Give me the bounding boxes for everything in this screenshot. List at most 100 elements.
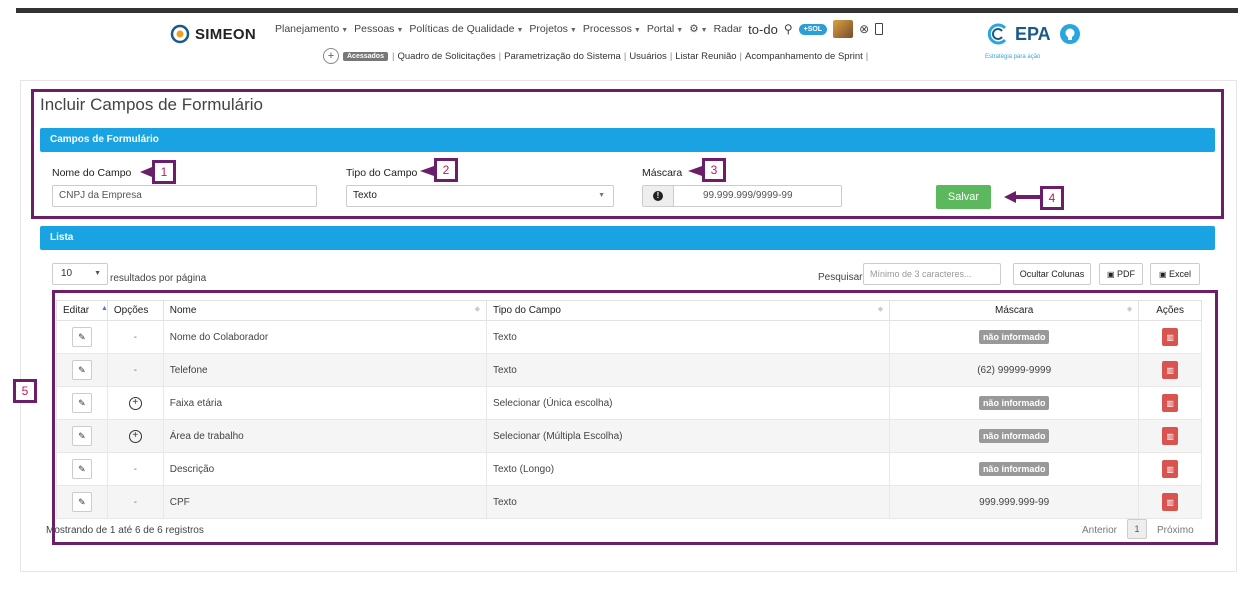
edit-button[interactable]: ✎ [71,459,92,479]
delete-button[interactable]: ▥ [1162,361,1179,379]
nav-radar[interactable]: Radar [714,23,743,35]
gear-menu[interactable]: ⚙ ▼ [689,23,707,35]
mask-badge: não informado [978,462,1050,476]
plus-circle-icon[interactable]: + [128,429,142,443]
chevron-down-icon: ▼ [341,27,349,34]
excel-button[interactable]: ▣ Excel [1150,263,1200,285]
edit-button[interactable]: ✎ [71,393,92,413]
edit-button[interactable]: ✎ [71,327,92,347]
delete-button[interactable]: ▥ [1162,328,1179,346]
nav-todo[interactable]: to-do [748,22,778,37]
field-name: Faixa etária [169,397,223,409]
nav-item-label: Projetos [529,23,568,35]
excel-icon: ▣ [1158,270,1167,279]
col-editar[interactable]: Editar ▲ [56,300,108,321]
sort-icon: ◆ [1126,306,1133,313]
hide-columns-button[interactable]: Ocultar Colunas [1013,263,1091,285]
app-name: SIMEON [195,25,256,43]
mobile-icon[interactable] [875,23,884,35]
prev-page-link[interactable]: Anterior [1082,525,1117,536]
col-nome[interactable]: Nome ◆ [162,300,487,321]
field-name: Área de trabalho [169,430,244,442]
close-circle-icon[interactable]: ⊗ [859,22,869,36]
info-icon: ! [653,191,663,201]
page-size-select[interactable]: 10 ▼ [52,263,108,285]
epa-logo-icon [987,23,1007,45]
pencil-icon: ✎ [78,397,86,408]
excel-label: Excel [1169,269,1192,279]
subnav-link[interactable]: Parametrização do Sistema [504,51,621,62]
per-page-label: resultados por página [110,273,207,284]
mask-value: 999.999.999-99 [979,496,1050,508]
tipo-campo-select[interactable]: Texto ▼ [346,185,614,207]
trash-icon: ▥ [1166,464,1174,474]
nav-item-label: Pessoas [354,23,395,35]
delete-button[interactable]: ▥ [1162,394,1179,412]
page-1-button[interactable]: 1 [1127,519,1147,539]
plus-icon[interactable]: + [323,48,339,64]
col-acoes[interactable]: Ações [1138,300,1202,321]
simeon-logo[interactable]: SIMEON [169,24,256,44]
edit-button[interactable]: ✎ [71,426,92,446]
acessados-badge[interactable]: Acessados [343,51,388,61]
opcoes-value: - [133,463,137,475]
col-tipo[interactable]: Tipo do Campo ◆ [485,300,891,321]
table-row: ✎ - Telefone Texto (62) 99999-9999 ▥ [56,353,1202,387]
plus-circle-icon[interactable]: + [128,396,142,410]
table-row: ✎ - Descrição Texto (Longo) não informado ▥ [56,452,1202,486]
brand-name: EPA [1015,23,1051,44]
sol-badge[interactable]: +SOL [798,23,828,35]
arrow-left-icon [140,167,152,177]
col-label: Nome [169,305,197,316]
field-type: Selecionar (Múltipla Escolha) [492,430,623,442]
nome-campo-input[interactable]: CNPJ da Empresa [52,185,317,207]
nav-item-4[interactable]: Processos ▼ [583,23,641,35]
search-input[interactable]: Mínimo de 3 caracteres... [863,263,1001,285]
pencil-icon: ✎ [78,364,86,375]
chevron-down-icon: ▼ [396,27,404,34]
delete-button[interactable]: ▥ [1162,460,1179,478]
simeon-logo-icon [170,24,190,44]
epa-logo: EPA Estratégia para ação [985,22,1081,60]
pencil-icon: ✎ [78,430,86,441]
delete-button[interactable]: ▥ [1162,427,1179,445]
search-icon[interactable]: ⚲ [784,22,793,36]
field-type: Texto [492,364,517,376]
col-opcoes[interactable]: Opções [106,300,164,321]
table-row: ✎ + Área de trabalho Selecionar (Múltipla E… [56,419,1202,453]
lightbulb-icon [1059,24,1080,44]
subnav-link[interactable]: Acompanhamento de Sprint [745,51,863,62]
avatar[interactable] [833,20,854,38]
nav-item-2[interactable]: Políticas de Qualidade ▼ [409,23,523,35]
next-page-link[interactable]: Próximo [1157,525,1194,536]
delete-button[interactable]: ▥ [1162,493,1179,511]
sub-nav: + Acessados | Quadro de Solicitações | Para… [323,48,868,64]
col-mascara[interactable]: Máscara ◆ [889,300,1140,321]
nav-item-5[interactable]: Portal ▼ [647,23,683,35]
subnav-link[interactable]: Quadro de Solicitações [397,51,495,62]
nav-item-0[interactable]: Planejamento ▼ [275,23,348,35]
chevron-down-icon: ▼ [676,27,684,34]
tipo-campo-value: Texto [353,190,377,201]
edit-button[interactable]: ✎ [71,492,92,512]
nav-item-1[interactable]: Pessoas ▼ [354,23,403,35]
pdf-button[interactable]: ▣ PDF [1099,263,1143,285]
search-label: Pesquisar [818,272,863,283]
chevron-down-icon: ▼ [94,270,101,277]
field-type: Texto [492,331,517,343]
nav-item-3[interactable]: Projetos ▼ [529,23,576,35]
col-label: Ações [1156,305,1184,316]
subnav-link[interactable]: Listar Reunião [675,51,736,62]
table-info: Mostrando de 1 até 6 de 6 registros [46,525,204,536]
pencil-icon: ✎ [78,331,86,342]
pencil-icon: ✎ [78,463,86,474]
mascara-input[interactable]: ! 99.999.999/9999-99 [642,185,842,207]
callout-3: 3 [702,158,726,182]
save-button[interactable]: Salvar [936,185,991,209]
edit-button[interactable]: ✎ [71,360,92,380]
subnav-link[interactable]: Usuários [629,51,667,62]
opcoes-value: - [133,364,137,376]
chevron-down-icon: ▼ [633,27,641,34]
nome-campo-label: Nome do Campo [52,167,132,179]
separator: | [739,50,743,62]
